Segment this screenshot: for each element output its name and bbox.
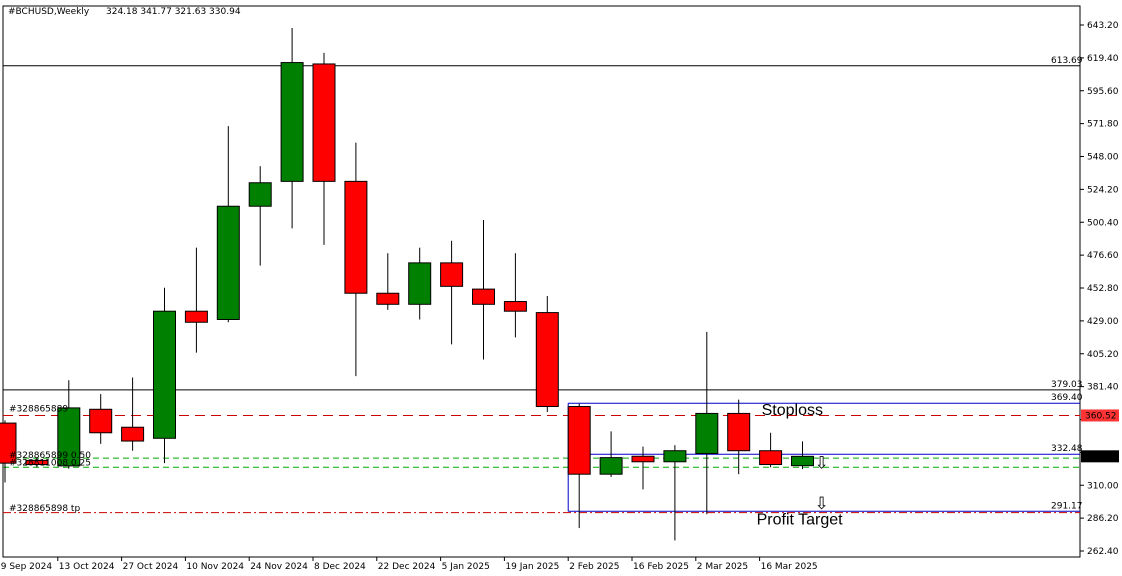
x-tick-label-8: 19 Jan 2025 xyxy=(505,562,559,572)
time-axis: 29 Sep 2024 13 Oct 2024 27 Oct 2024 10 Nov … xyxy=(0,557,818,572)
price-chart[interactable]: 262.40 286.20 310.00 381.40 405.20 429.00 452.… xyxy=(0,0,1122,576)
candle-body-8 xyxy=(248,182,272,207)
candle-body-17 xyxy=(535,312,559,408)
x-tick-label-2: 27 Oct 2024 xyxy=(123,562,179,572)
y-tick-label-16: 643.20 xyxy=(1087,21,1119,31)
candle-body-15 xyxy=(472,288,495,305)
y-tick-label-10: 500.40 xyxy=(1087,218,1119,228)
order-label-0: #328865889 xyxy=(9,405,68,415)
candle-body-11 xyxy=(344,180,368,294)
candle-body-20 xyxy=(631,455,655,463)
candle-body-6 xyxy=(184,310,208,323)
y-tick-label-12: 548.00 xyxy=(1087,153,1119,163)
x-tick-label-7: 5 Jan 2025 xyxy=(442,562,490,572)
y-tick-label-2: 310.00 xyxy=(1087,481,1119,491)
candle-body-16 xyxy=(503,301,527,312)
down-arrow-icon-2: ⇩ xyxy=(815,494,829,514)
candle-body-25 xyxy=(791,455,814,467)
y-tick-label-13: 571.80 xyxy=(1087,120,1119,130)
candle-body-5 xyxy=(153,310,176,439)
y-tick-label-15: 619.40 xyxy=(1087,54,1119,64)
y-tick-label-0: 262.40 xyxy=(1087,547,1119,557)
level-tag-1: 379.03 xyxy=(1051,380,1083,390)
level-tag-4: 332.48 xyxy=(1051,444,1083,454)
chart-header-ohlc: 324.18 341.77 321.63 330.94 xyxy=(106,7,241,17)
candle-body-19 xyxy=(599,457,623,475)
x-tick-label-9: 2 Feb 2025 xyxy=(569,562,619,572)
stoploss-label: Stoploss xyxy=(762,402,823,419)
chart-header-symbol: #BCHUSD,Weekly xyxy=(8,7,90,17)
down-arrow-icon: ⇩ xyxy=(815,453,829,473)
x-tick-label-0: 29 Sep 2024 xyxy=(0,562,52,572)
order-label-3: #328865898 tp xyxy=(9,504,80,514)
level-tag-0: 613.69 xyxy=(1051,56,1083,66)
candle-body-10 xyxy=(312,63,336,182)
candle-body-12 xyxy=(376,292,400,305)
candle-body-3 xyxy=(89,408,113,434)
x-tick-label-3: 10 Nov 2024 xyxy=(186,562,244,572)
order-label-2: #328811008 0.25 xyxy=(9,458,91,468)
level-tag-3: 360.52 xyxy=(1085,411,1117,421)
candle-body-23 xyxy=(727,412,751,452)
profit-target-label: Profit Target xyxy=(757,511,844,528)
candle-body-9 xyxy=(280,62,304,182)
y-tick-label-11: 524.20 xyxy=(1087,185,1119,195)
candle-body-14 xyxy=(440,262,464,287)
x-tick-label-12: 16 Mar 2025 xyxy=(761,562,818,572)
level-tag-2: 369.40 xyxy=(1051,393,1083,403)
candle-body-13 xyxy=(408,262,432,305)
candle-body-21 xyxy=(663,450,687,463)
candle-body-18 xyxy=(567,406,591,475)
y-tick-label-9: 476.60 xyxy=(1087,251,1119,261)
y-tick-label-7: 429.00 xyxy=(1087,317,1119,327)
level-tag-6: 291.17 xyxy=(1051,501,1083,511)
x-tick-label-11: 2 Mar 2025 xyxy=(697,562,748,572)
candle-body-7 xyxy=(216,205,240,320)
x-tick-label-10: 16 Feb 2025 xyxy=(633,562,689,572)
candle-body-24 xyxy=(759,450,783,466)
y-tick-label-5: 381.40 xyxy=(1087,383,1119,393)
x-tick-label-5: 8 Dec 2024 xyxy=(314,562,366,572)
y-tick-label-8: 452.80 xyxy=(1087,284,1119,294)
y-tick-label-14: 595.60 xyxy=(1087,87,1119,97)
plot-area xyxy=(2,5,1081,558)
y-tick-label-1: 286.20 xyxy=(1087,514,1119,524)
x-tick-label-6: 22 Dec 2024 xyxy=(378,562,436,572)
y-tick-label-6: 405.20 xyxy=(1087,350,1119,360)
candle-body-22 xyxy=(695,412,719,454)
candle-body-4 xyxy=(121,426,145,442)
level-tag-5: 330.94 xyxy=(1085,452,1117,462)
x-tick-label-4: 24 Nov 2024 xyxy=(250,562,308,572)
x-tick-label-1: 13 Oct 2024 xyxy=(59,562,115,572)
